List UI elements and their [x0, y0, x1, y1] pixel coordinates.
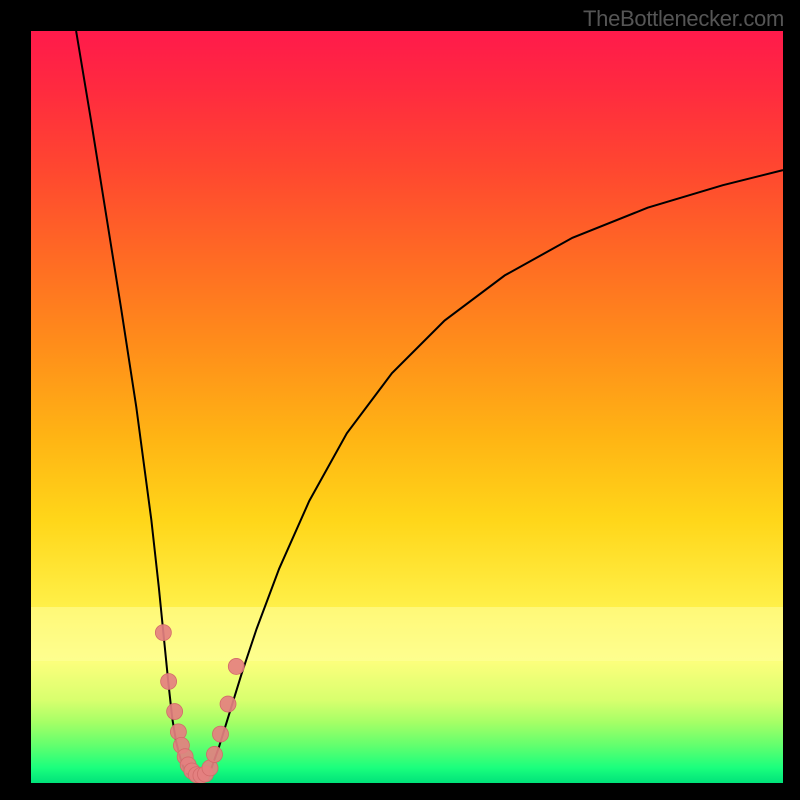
data-marker — [206, 746, 222, 762]
bottom-frame-strip — [0, 783, 800, 800]
data-marker — [161, 673, 177, 689]
data-marker — [228, 658, 244, 674]
data-markers — [155, 625, 244, 784]
data-marker — [155, 625, 171, 641]
bottleneck-curve — [76, 31, 783, 779]
data-marker — [213, 726, 229, 742]
data-marker — [220, 696, 236, 712]
data-marker — [167, 704, 183, 720]
chart-overlay — [0, 0, 800, 800]
